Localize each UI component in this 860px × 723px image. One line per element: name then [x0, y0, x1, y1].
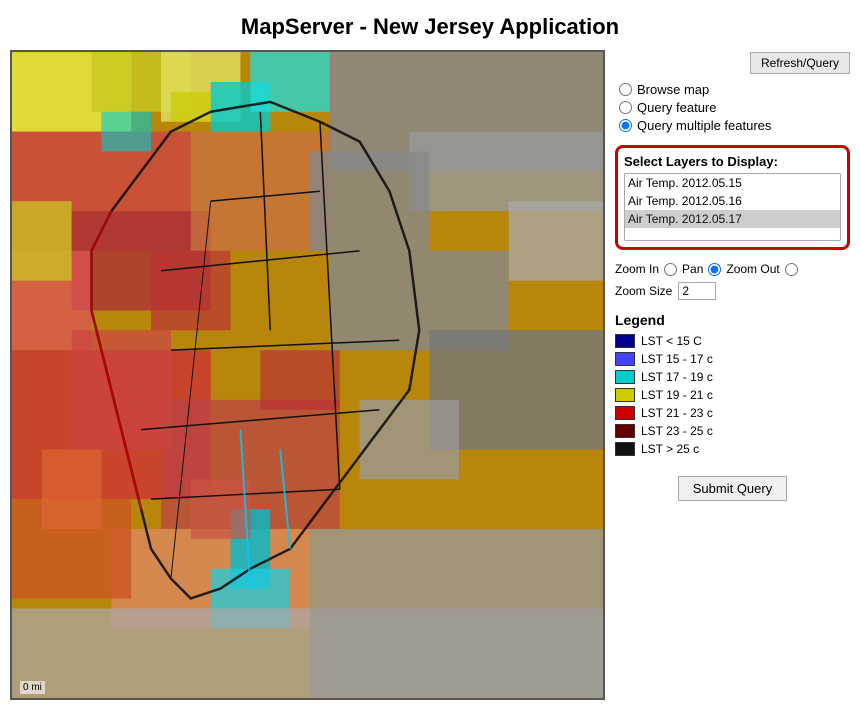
legend-item-5: LST 23 - 25 c: [615, 424, 850, 438]
query-multiple-radio[interactable]: [619, 119, 632, 132]
query-feature-radio-item[interactable]: Query feature: [619, 100, 850, 115]
legend-label-5: LST 23 - 25 c: [641, 424, 713, 438]
legend-items: LST < 15 C LST 15 - 17 c LST 17 - 19 c L…: [615, 334, 850, 456]
zoom-size-row: Zoom Size: [615, 282, 850, 300]
legend-item-1: LST 15 - 17 c: [615, 352, 850, 366]
legend-label-4: LST 21 - 23 c: [641, 406, 713, 420]
legend-color-1: [615, 352, 635, 366]
legend-color-0: [615, 334, 635, 348]
legend-section: Legend LST < 15 C LST 15 - 17 c LST 17 -…: [615, 312, 850, 456]
refresh-query-button[interactable]: Refresh/Query: [750, 52, 850, 74]
query-feature-radio[interactable]: [619, 101, 632, 114]
layers-listbox[interactable]: Air Temp. 2012.05.15 Air Temp. 2012.05.1…: [624, 173, 841, 241]
pan-label: Pan: [682, 262, 703, 276]
zoom-size-label: Zoom Size: [615, 284, 672, 298]
browse-map-label: Browse map: [637, 82, 709, 97]
legend-color-3: [615, 388, 635, 402]
legend-label-3: LST 19 - 21 c: [641, 388, 713, 402]
select-layers-title: Select Layers to Display:: [624, 154, 841, 169]
legend-color-5: [615, 424, 635, 438]
zoom-out-radio[interactable]: [785, 263, 798, 276]
layer-option-1[interactable]: Air Temp. 2012.05.15: [625, 174, 840, 192]
query-multiple-radio-item[interactable]: Query multiple features: [619, 118, 850, 133]
legend-label-1: LST 15 - 17 c: [641, 352, 713, 366]
map-scale: 0 mi: [20, 681, 45, 694]
legend-item-4: LST 21 - 23 c: [615, 406, 850, 420]
query-multiple-label: Query multiple features: [637, 118, 771, 133]
legend-item-2: LST 17 - 19 c: [615, 370, 850, 384]
legend-color-4: [615, 406, 635, 420]
map-svg: [12, 52, 603, 698]
zoom-out-label: Zoom Out: [726, 262, 779, 276]
legend-label-6: LST > 25 c: [641, 442, 699, 456]
legend-label-2: LST 17 - 19 c: [641, 370, 713, 384]
zoom-row: Zoom In Pan Zoom Out: [615, 262, 850, 276]
page-title: MapServer - New Jersey Application: [0, 0, 860, 50]
pan-radio[interactable]: [708, 263, 721, 276]
browse-map-radio[interactable]: [619, 83, 632, 96]
sidebar: Refresh/Query Browse map Query feature Q…: [615, 50, 850, 700]
legend-item-0: LST < 15 C: [615, 334, 850, 348]
submit-query-row: Submit Query: [615, 476, 850, 501]
zoom-size-input[interactable]: [678, 282, 716, 300]
zoom-in-label: Zoom In: [615, 262, 659, 276]
legend-color-6: [615, 442, 635, 456]
legend-color-2: [615, 370, 635, 384]
legend-item-6: LST > 25 c: [615, 442, 850, 456]
legend-label-0: LST < 15 C: [641, 334, 702, 348]
query-feature-label: Query feature: [637, 100, 717, 115]
zoom-in-radio[interactable]: [664, 263, 677, 276]
legend-title: Legend: [615, 312, 850, 328]
map-container[interactable]: 0 mi: [10, 50, 605, 700]
legend-item-3: LST 19 - 21 c: [615, 388, 850, 402]
zoom-controls: Zoom In Pan Zoom Out Zoom Size: [615, 262, 850, 300]
layer-option-2[interactable]: Air Temp. 2012.05.16: [625, 192, 840, 210]
mode-radio-group: Browse map Query feature Query multiple …: [619, 82, 850, 133]
layer-option-3[interactable]: Air Temp. 2012.05.17: [625, 210, 840, 228]
select-layers-box: Select Layers to Display: Air Temp. 2012…: [615, 145, 850, 250]
browse-map-radio-item[interactable]: Browse map: [619, 82, 850, 97]
submit-query-button[interactable]: Submit Query: [678, 476, 787, 501]
